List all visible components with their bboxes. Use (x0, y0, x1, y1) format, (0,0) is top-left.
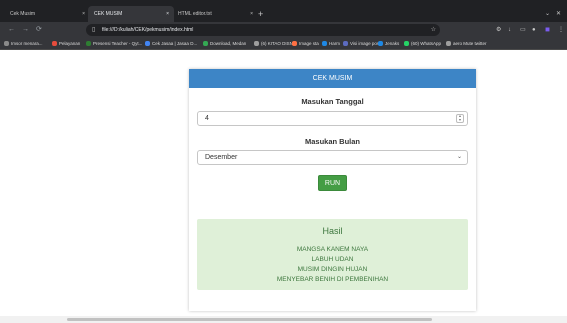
bookmark-item[interactable]: (6) KITAO DISN (254, 38, 293, 50)
run-button[interactable]: RUN (318, 175, 347, 191)
reload-icon[interactable]: ⟳ (36, 22, 42, 38)
month-select[interactable]: Desember ⌄ (197, 150, 468, 165)
card-header: CEK MUSIM (189, 69, 476, 88)
address-bar[interactable]: ▯ file:///D:/kuliah/CEK/pekmusim/index.h… (86, 24, 440, 36)
bookmark-item[interactable]: Visi image pos (343, 38, 379, 50)
bookmark-icon (254, 41, 259, 46)
bookmark-icon (378, 41, 383, 46)
date-input-value: 4 (205, 115, 209, 122)
tab-label: HTML editor.txt (178, 11, 212, 17)
bookmark-item[interactable]: (60) WhatsApp (404, 38, 441, 50)
tab-strip: Cek Musim × CEK MUSIM × HTML editor.txt … (0, 6, 567, 22)
horizontal-scrollbar[interactable] (0, 316, 567, 323)
bookmark-icon (52, 41, 57, 46)
menu-icon[interactable]: ⋮ (558, 25, 564, 35)
tab-close-icon[interactable]: × (250, 6, 253, 22)
bookmark-icon (322, 41, 327, 46)
bookmark-icon (292, 41, 297, 46)
tab-close-icon[interactable]: × (166, 6, 169, 22)
bookmark-item[interactable]: Cek Jasaa | Jasaa D... (145, 38, 197, 50)
bookmark-item[interactable]: Harm (322, 38, 340, 50)
close-window-icon[interactable]: ✕ (556, 6, 561, 22)
bookmark-item[interactable]: Presensi Teacher - Qyt... (86, 38, 142, 50)
bookmarks-bar: Imsor menara... Pelayanan Presensi Teach… (0, 38, 567, 50)
result-panel: Hasil MANGSA KANEM NAYA LABUH UDAN MUSIM… (197, 219, 468, 290)
tab-label: Cek Musim (10, 11, 36, 17)
tab-cek-musim-active[interactable]: CEK MUSIM × (88, 6, 174, 22)
new-tab-button[interactable]: + (258, 6, 263, 22)
tab-cek-musim[interactable]: Cek Musim × (4, 6, 90, 22)
bookmark-item[interactable]: Pelayanan (52, 38, 80, 50)
date-input[interactable]: 4 ▲ ▼ (197, 111, 468, 126)
bookmark-icon (4, 41, 9, 46)
browser-chrome: Cek Musim × CEK MUSIM × HTML editor.txt … (0, 0, 567, 50)
download-icon[interactable]: ↓ (508, 25, 511, 35)
month-select-value: Desember (205, 154, 238, 161)
result-title: Hasil (322, 226, 343, 236)
extension-icon[interactable]: ⚙ (496, 25, 501, 35)
bookmark-item[interactable]: Jenaks (378, 38, 399, 50)
page-content: CEK MUSIM Masukan Tanggal 4 ▲ ▼ Masukan B… (0, 50, 567, 323)
date-label: Masukan Tanggal (301, 97, 364, 106)
tab-label: CEK MUSIM (94, 11, 123, 17)
chevron-down-icon: ⌄ (456, 154, 462, 160)
bookmark-icon (446, 41, 451, 46)
scrollbar-thumb[interactable] (67, 318, 432, 321)
tab-close-icon[interactable]: × (82, 6, 85, 22)
result-line: LABUH UDAN (311, 256, 354, 263)
bookmark-item[interactable]: Download, Medan (203, 38, 246, 50)
number-spinner-icon[interactable]: ▲ ▼ (456, 114, 464, 123)
bookmark-icon (203, 41, 208, 46)
result-line: MUSIM DINGIN HUJAN (297, 266, 368, 273)
minimize-icon[interactable]: ⌄ (545, 6, 550, 22)
bookmark-icon (404, 41, 409, 46)
toolbar: ← → ⟳ ▯ file:///D:/kuliah/CEK/pekmusim/i… (0, 22, 567, 38)
bookmark-item[interactable]: aero Mute twitter (446, 38, 487, 50)
bookmark-star-icon[interactable]: ☆ (431, 24, 436, 36)
bookmark-item[interactable]: Image sta (292, 38, 319, 50)
bookmark-item[interactable]: Imsor menara... (4, 38, 43, 50)
result-line: MANGSA KANEM NAYA (296, 246, 369, 253)
result-line: MENYEBAR BENIH DI PEMBENIHAN (276, 276, 389, 283)
url-text[interactable]: file:///D:/kuliah/CEK/pekmusim/index.htm… (102, 24, 193, 36)
extension-purple-icon[interactable]: ◼ (545, 25, 550, 35)
month-label: Masukan Bulan (304, 137, 360, 146)
tab-html-editor[interactable]: HTML editor.txt × (172, 6, 258, 22)
file-icon: ▯ (92, 27, 96, 33)
sidebar-icon[interactable]: ▭ (520, 25, 526, 35)
forward-icon[interactable]: → (22, 22, 29, 38)
cek-musim-card: CEK MUSIM Masukan Tanggal 4 ▲ ▼ Masukan B… (189, 69, 476, 311)
back-icon[interactable]: ← (8, 22, 15, 38)
bookmark-icon (86, 41, 91, 46)
profile-icon[interactable]: ● (532, 25, 536, 35)
bookmark-icon (343, 41, 348, 46)
bookmark-icon (145, 41, 150, 46)
